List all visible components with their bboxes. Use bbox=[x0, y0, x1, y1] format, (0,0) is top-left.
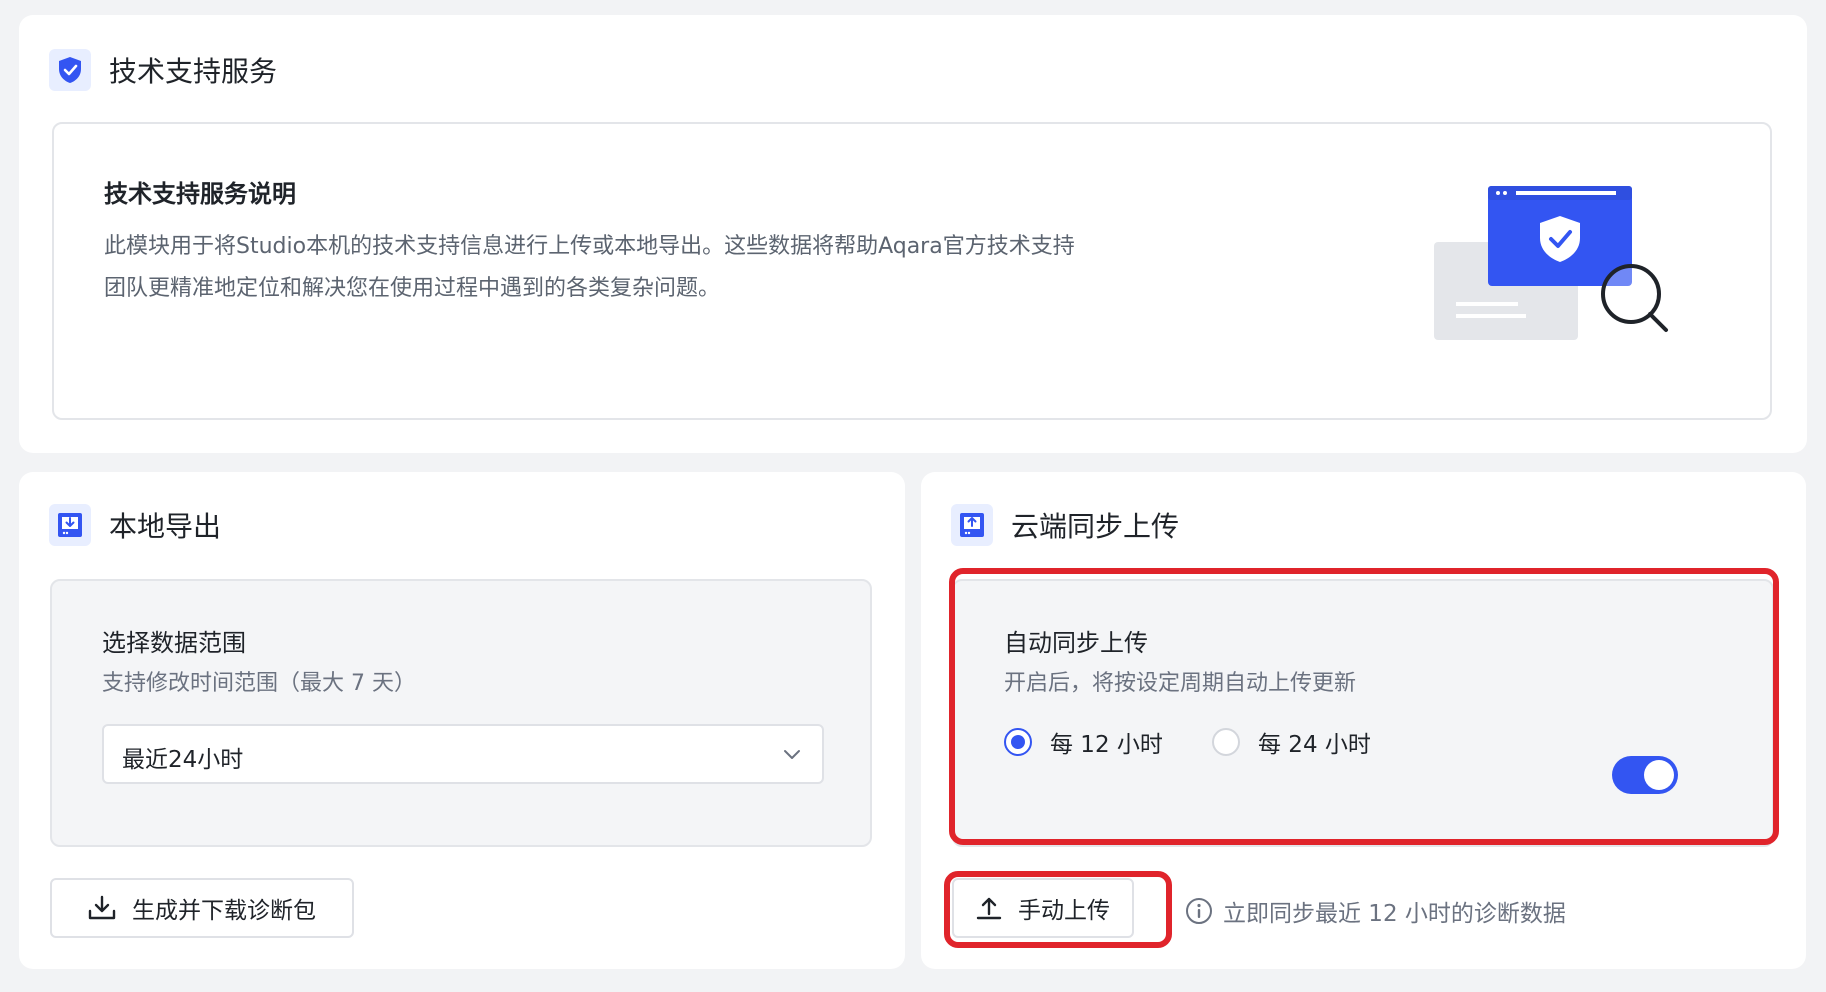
download-box-icon bbox=[49, 504, 91, 546]
local-export-title: 本地导出 bbox=[109, 510, 222, 543]
support-description-line-2: 团队更精准地定位和解决您在使用过程中遇到的各类复杂问题。 bbox=[104, 276, 721, 301]
radio-option-24h[interactable]: 每 24 小时 bbox=[1212, 725, 1371, 759]
auto-sync-hint: 开启后，将按设定周期自动上传更新 bbox=[1004, 671, 1357, 696]
support-description-box: 技术支持服务说明 此模块用于将Studio本机的技术支持信息进行上传或本地导出。… bbox=[52, 122, 1772, 420]
generate-download-button[interactable]: 生成并下载诊断包 bbox=[50, 878, 354, 938]
data-range-panel: 选择数据范围 支持修改时间范围（最大 7 天） 最近24小时 bbox=[50, 579, 872, 847]
upload-box-icon bbox=[951, 504, 993, 546]
auto-sync-panel: 自动同步上传 开启后，将按设定周期自动上传更新 每 12 小时 每 24 小时 bbox=[952, 579, 1774, 847]
local-export-card: 本地导出 选择数据范围 支持修改时间范围（最大 7 天） 最近24小时 生成并下… bbox=[19, 472, 905, 969]
support-illustration bbox=[1434, 184, 1674, 348]
support-description-line-1: 此模块用于将Studio本机的技术支持信息进行上传或本地导出。这些数据将帮助Aq… bbox=[104, 234, 1075, 259]
info-icon bbox=[1186, 898, 1212, 924]
data-range-select[interactable]: 最近24小时 bbox=[102, 724, 824, 784]
radio-option-24h-label: 每 24 小时 bbox=[1258, 732, 1371, 758]
toggle-knob bbox=[1644, 760, 1674, 790]
cloud-upload-card: 云端同步上传 自动同步上传 开启后，将按设定周期自动上传更新 每 12 小时 每… bbox=[921, 472, 1806, 969]
support-description-text: 此模块用于将Studio本机的技术支持信息进行上传或本地导出。这些数据将帮助Aq… bbox=[104, 226, 1164, 310]
data-range-label: 选择数据范围 bbox=[102, 629, 246, 657]
data-range-value: 最近24小时 bbox=[122, 747, 244, 773]
manual-upload-button[interactable]: 手动上传 bbox=[952, 878, 1134, 938]
support-title: 技术支持服务 bbox=[109, 55, 278, 88]
upload-icon bbox=[976, 897, 1002, 920]
manual-upload-hint-text: 立即同步最近 12 小时的诊断数据 bbox=[1223, 901, 1566, 927]
local-export-header: 本地导出 bbox=[49, 504, 221, 546]
download-icon bbox=[88, 895, 116, 920]
radio-selected-icon bbox=[1004, 728, 1032, 756]
cloud-upload-title: 云端同步上传 bbox=[1011, 510, 1180, 543]
auto-sync-toggle[interactable] bbox=[1612, 756, 1678, 794]
generate-download-label: 生成并下载诊断包 bbox=[132, 898, 316, 924]
auto-sync-label: 自动同步上传 bbox=[1004, 629, 1148, 657]
cloud-upload-header: 云端同步上传 bbox=[951, 504, 1179, 546]
support-header: 技术支持服务 bbox=[49, 49, 277, 91]
manual-upload-hint: 立即同步最近 12 小时的诊断数据 bbox=[1185, 894, 1566, 928]
radio-unselected-icon bbox=[1212, 728, 1240, 756]
support-card: 技术支持服务 技术支持服务说明 此模块用于将Studio本机的技术支持信息进行上… bbox=[19, 15, 1807, 453]
data-range-hint: 支持修改时间范围（最大 7 天） bbox=[102, 671, 416, 696]
manual-upload-label: 手动上传 bbox=[1018, 898, 1110, 924]
shield-icon bbox=[49, 49, 91, 91]
radio-option-12h[interactable]: 每 12 小时 bbox=[1004, 725, 1163, 759]
radio-option-12h-label: 每 12 小时 bbox=[1050, 732, 1163, 758]
support-description-title: 技术支持服务说明 bbox=[104, 180, 296, 208]
chevron-down-icon bbox=[782, 744, 802, 768]
